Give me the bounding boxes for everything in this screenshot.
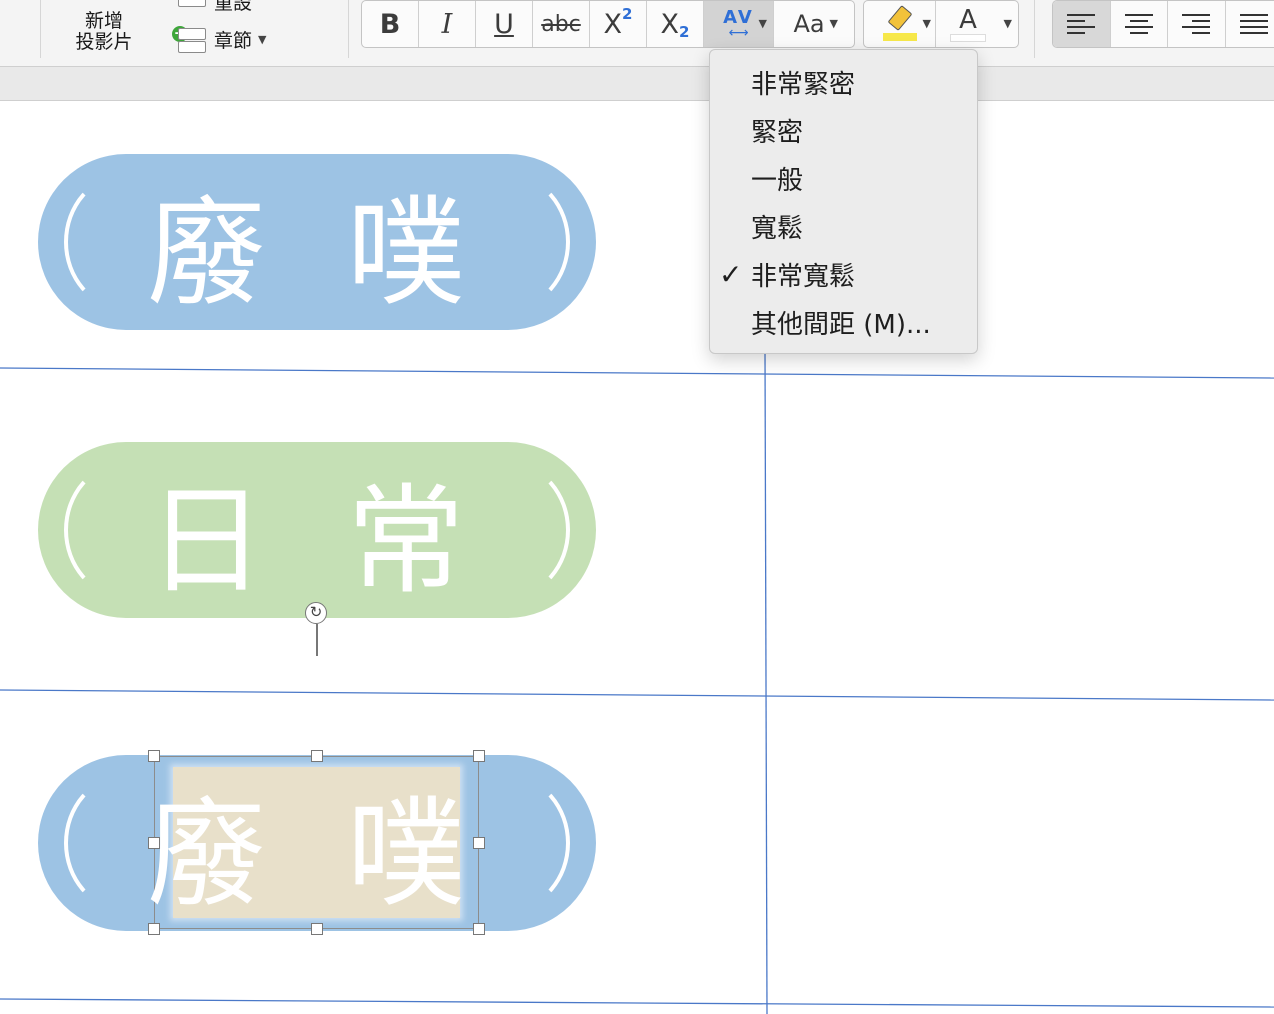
ruler-bar	[0, 67, 1274, 101]
align-left-icon	[1067, 14, 1096, 34]
justify-icon	[1239, 14, 1268, 34]
menu-item-very-tight[interactable]: 非常緊密	[710, 60, 977, 104]
italic-icon: I	[441, 8, 453, 40]
pill-text[interactable]: 廢 噗	[39, 755, 595, 931]
subscript-icon: X	[660, 8, 680, 40]
superscript-icon: X	[603, 8, 623, 40]
menu-item-very-loose[interactable]: ✓ 非常寬鬆	[710, 252, 977, 296]
checkmark-icon: ✓	[719, 257, 743, 291]
resize-handle[interactable]	[473, 923, 485, 935]
menu-item-label: 一般	[751, 165, 804, 196]
pill-text[interactable]: 日 常	[38, 442, 596, 618]
resize-handle[interactable]	[148, 837, 160, 849]
bold-icon: B	[379, 8, 401, 40]
highlighter-icon	[881, 5, 919, 43]
menu-item-label: 緊密	[751, 117, 804, 148]
reset-label: 重設	[214, 0, 253, 14]
justify-button[interactable]	[1226, 1, 1274, 47]
strikethrough-icon: abc	[541, 11, 581, 37]
align-left-button[interactable]	[1053, 1, 1111, 47]
menu-item-label: 非常緊密	[751, 69, 856, 100]
menu-item-normal[interactable]: 一般	[710, 156, 977, 200]
bold-button[interactable]: B	[362, 1, 419, 47]
character-spacing-menu: 非常緊密 緊密 一般 寬鬆 ✓ 非常寬鬆 其他間距 (M)...	[709, 49, 978, 354]
menu-item-label: 寬鬆	[751, 213, 804, 244]
pill-text[interactable]: 廢 噗	[38, 154, 596, 330]
resize-handle[interactable]	[473, 750, 485, 762]
selected-text-box[interactable]: 廢 噗	[147, 750, 485, 935]
new-slide-button[interactable]: 新增 投影片	[62, 11, 146, 53]
highlight-button[interactable]: ▼	[864, 1, 936, 47]
font-color-button[interactable]: A ▼	[936, 1, 1018, 47]
subscript-button[interactable]: X2	[647, 1, 704, 47]
italic-button[interactable]: I	[419, 1, 476, 47]
section-icon: +	[172, 25, 206, 53]
section-label: 章節	[214, 30, 253, 52]
resize-handle[interactable]	[311, 923, 323, 935]
menu-item-tight[interactable]: 緊密	[710, 108, 977, 152]
chevron-down-icon[interactable]: ▼	[830, 17, 838, 30]
strikethrough-button[interactable]: abc	[533, 1, 590, 47]
align-center-button[interactable]	[1111, 1, 1168, 47]
menu-item-label: 其他間距 (M)...	[751, 309, 931, 340]
ribbon-separator	[40, 0, 41, 58]
menu-item-label: 非常寬鬆	[751, 261, 856, 292]
subscript-mark: 2	[679, 23, 690, 41]
label-pill-2[interactable]: 日 常	[38, 442, 596, 618]
align-center-icon	[1124, 14, 1153, 34]
align-right-icon	[1182, 14, 1211, 34]
resize-handle[interactable]	[148, 750, 160, 762]
reset-button[interactable]: 重設	[172, 0, 252, 15]
menu-item-more-spacing[interactable]: 其他間距 (M)...	[710, 300, 977, 344]
double-arrow-icon: ⟷	[728, 25, 749, 41]
change-case-icon: Aa	[793, 10, 825, 38]
resize-handle[interactable]	[311, 750, 323, 762]
chevron-down-icon[interactable]: ▼	[1004, 17, 1012, 30]
ribbon-toolbar: 新增 投影片 重設 + 章節 ▼ B I U abc X2 X2 AV ⟷ ▼ …	[0, 0, 1274, 67]
ribbon-separator	[1034, 0, 1035, 58]
chevron-down-icon[interactable]: ▼	[923, 17, 931, 30]
superscript-button[interactable]: X2	[590, 1, 647, 47]
section-button[interactable]: + 章節 ▼	[172, 25, 266, 53]
rotate-handle-icon[interactable]: ↻	[305, 602, 327, 624]
label-pill-1[interactable]: 廢 噗	[38, 154, 596, 330]
resize-handle[interactable]	[148, 923, 160, 935]
menu-item-loose[interactable]: 寬鬆	[710, 204, 977, 248]
change-case-button[interactable]: Aa ▼	[774, 1, 844, 47]
resize-handle[interactable]	[473, 837, 485, 849]
reset-icon	[172, 0, 206, 15]
chevron-down-icon[interactable]: ▼	[759, 17, 767, 30]
color-group: ▼ A ▼	[863, 0, 1019, 48]
chevron-down-icon[interactable]: ▼	[258, 33, 266, 46]
rotate-stem	[316, 624, 318, 656]
underline-icon: U	[494, 8, 514, 40]
superscript-mark: 2	[622, 5, 633, 23]
ribbon-separator	[348, 0, 349, 58]
paragraph-align-group	[1052, 0, 1274, 48]
font-color-icon: A	[959, 5, 977, 35]
underline-button[interactable]: U	[476, 1, 533, 47]
text-format-group: B I U abc X2 X2 AV ⟷ ▼ Aa ▼	[361, 0, 855, 48]
character-spacing-button[interactable]: AV ⟷ ▼	[704, 1, 774, 47]
align-right-button[interactable]	[1168, 1, 1226, 47]
